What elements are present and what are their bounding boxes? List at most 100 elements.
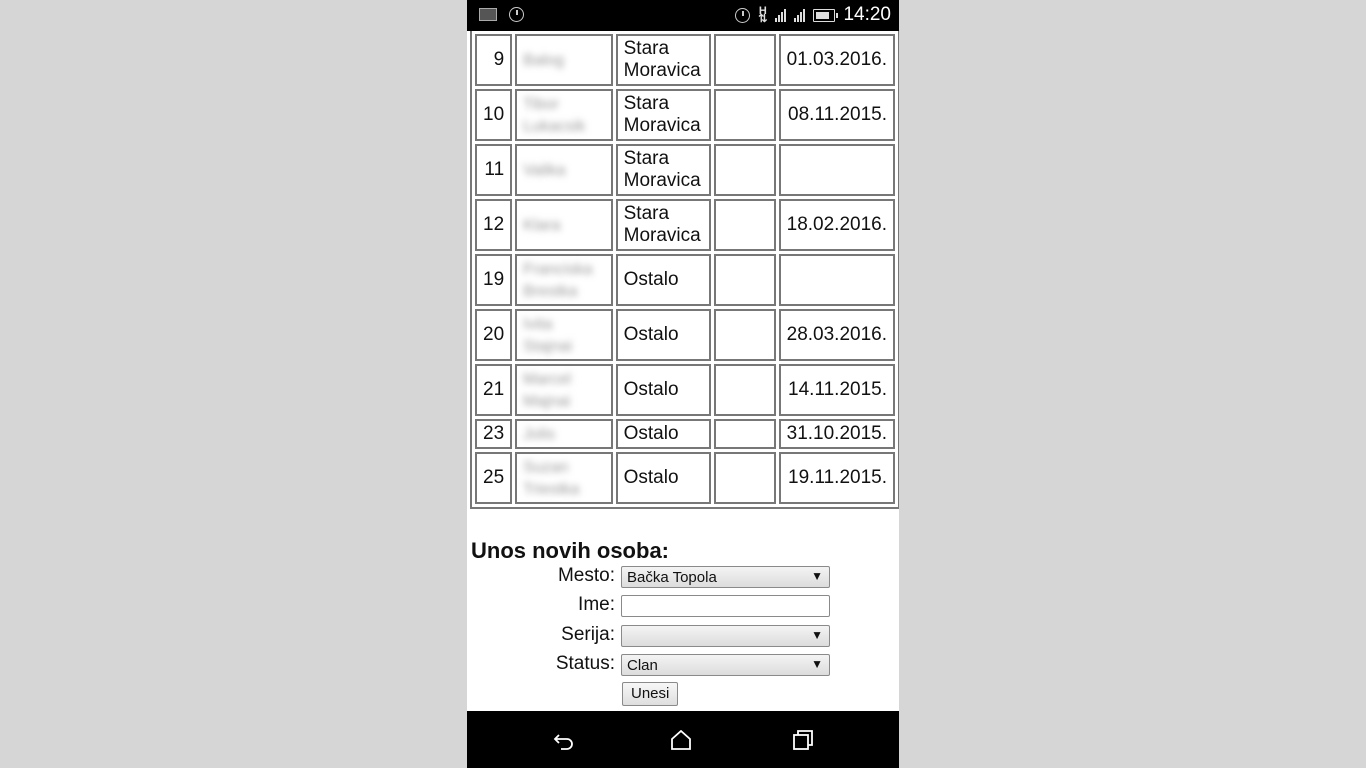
mesto-select-value: Bačka Topola: [627, 569, 717, 586]
ime-input[interactable]: [621, 595, 830, 617]
mesto-row: Mesto: Bačka Topola ▼: [467, 565, 899, 590]
table-row: 23 Jolis Ostalo 31.10.2015.: [475, 419, 895, 449]
table-row: 11 Valika Stara Moravica: [475, 144, 895, 196]
members-table-container[interactable]: 9 Balog Stara Moravica 01.03.2016. 10 Tib…: [470, 31, 899, 516]
status-row: Status: Clan ▼: [467, 653, 899, 678]
place-line2: Moravica: [623, 170, 701, 191]
row-date: 19.11.2015.: [778, 452, 895, 504]
row-date: 31.10.2015.: [778, 419, 895, 449]
row-date: 14.11.2015.: [778, 364, 895, 416]
row-name-text: Tibor Lukacsik: [523, 96, 586, 135]
row-name-text: Valika: [523, 162, 566, 179]
row-number: 25: [475, 452, 513, 504]
network-type-label: H: [758, 5, 767, 17]
row-place: Ostalo: [615, 419, 711, 449]
row-name-text: Klara: [523, 217, 561, 234]
dropdown-arrow-icon: ▼: [811, 569, 823, 583]
signal-icon-2: [794, 8, 806, 22]
row-extra: [713, 364, 776, 416]
row-name: Ivita Stajnai: [515, 309, 613, 361]
back-icon[interactable]: [553, 730, 575, 750]
recents-icon[interactable]: [792, 730, 814, 750]
place-line1: Stara: [623, 148, 670, 169]
status-select[interactable]: Clan ▼: [621, 654, 830, 676]
row-place: Ostalo: [615, 452, 711, 504]
place-line1: Stara: [623, 93, 670, 114]
clock-time: 14:20: [843, 4, 891, 25]
status-bar: H ⇅ 14:20: [467, 0, 899, 31]
alarm-icon: [735, 7, 751, 23]
row-name: Tibor Lukacsik: [515, 89, 613, 141]
row-number: 10: [475, 89, 513, 141]
row-number: 20: [475, 309, 513, 361]
table-row: 10 Tibor Lukacsik Stara Moravica 08.11.20…: [475, 89, 895, 141]
row-name-text: Suzan Triestka: [523, 459, 580, 498]
row-number: 21: [475, 364, 513, 416]
row-place: Ostalo: [615, 364, 711, 416]
row-place: Stara Moravica: [615, 199, 711, 251]
place-line1: Stara: [623, 203, 670, 224]
row-date: 18.02.2016.: [778, 199, 895, 251]
table-row: 20 Ivita Stajnai Ostalo 28.03.2016.: [475, 309, 895, 361]
row-date: 01.03.2016.: [778, 34, 895, 86]
row-place: Stara Moravica: [615, 34, 711, 86]
row-date: 28.03.2016.: [778, 309, 895, 361]
row-name: Franciska Brestka: [515, 254, 613, 306]
members-table: 9 Balog Stara Moravica 01.03.2016. 10 Tib…: [470, 31, 899, 509]
status-select-value: Clan: [627, 657, 658, 674]
serija-row: Serija: ▼: [467, 624, 899, 649]
mesto-label: Mesto:: [557, 565, 615, 586]
row-place: Ostalo: [615, 309, 711, 361]
row-name-text: Balog: [523, 52, 565, 69]
row-name: Balog: [515, 34, 613, 86]
table-row: 25 Suzan Triestka Ostalo 19.11.2015.: [475, 452, 895, 504]
row-place: Stara Moravica: [615, 89, 711, 141]
row-extra: [713, 89, 776, 141]
dropdown-arrow-icon: ▼: [811, 657, 823, 671]
place-line2: Moravica: [623, 60, 701, 81]
row-date: [778, 254, 895, 306]
row-name-text: Franciska Brestka: [523, 261, 593, 300]
row-number: 12: [475, 199, 513, 251]
row-name: Suzan Triestka: [515, 452, 613, 504]
row-extra: [713, 254, 776, 306]
battery-icon: [813, 8, 839, 22]
network-type-icon: H ⇅: [758, 5, 768, 25]
alarm-notification-icon: [509, 7, 524, 22]
navigation-bar: [467, 711, 899, 768]
serija-label: Serija:: [561, 624, 615, 645]
row-date: [778, 144, 895, 196]
place-line2: Moravica: [623, 225, 701, 246]
row-name-text: Ivita Stajnai: [523, 316, 573, 355]
row-name: Valika: [515, 144, 613, 196]
submit-button[interactable]: Unesi: [622, 682, 679, 706]
row-date: 08.11.2015.: [778, 89, 895, 141]
table-row: 9 Balog Stara Moravica 01.03.2016.: [475, 34, 895, 86]
row-extra: [713, 34, 776, 86]
place-line2: Moravica: [623, 115, 701, 136]
row-number: 23: [475, 419, 513, 449]
serija-select[interactable]: ▼: [621, 625, 830, 647]
ime-label: Ime:: [578, 594, 615, 615]
row-place: Stara Moravica: [615, 144, 711, 196]
form-title: Unos novih osoba:: [471, 538, 669, 563]
row-name: Jolis: [515, 419, 613, 449]
row-name-text: Jolis: [523, 426, 556, 443]
table-row: 19 Franciska Brestka Ostalo: [475, 254, 895, 306]
row-extra: [713, 419, 776, 449]
row-place: Ostalo: [615, 254, 711, 306]
row-extra: [713, 309, 776, 361]
row-number: 19: [475, 254, 513, 306]
keyboard-notification-icon: [479, 8, 497, 21]
table-row: 21 Marcel Majnai Ostalo 14.11.2015.: [475, 364, 895, 416]
row-name: Klara: [515, 199, 613, 251]
row-extra: [713, 199, 776, 251]
row-extra: [713, 452, 776, 504]
phone-screen: H ⇅ 14:20 9 Balog Stara Moravica 01.03.201…: [467, 0, 899, 768]
row-number: 11: [475, 144, 513, 196]
home-icon[interactable]: [670, 730, 692, 750]
dropdown-arrow-icon: ▼: [811, 628, 823, 642]
mesto-select[interactable]: Bačka Topola ▼: [621, 566, 830, 588]
place-line1: Stara: [623, 38, 670, 59]
signal-icon: [775, 8, 787, 22]
